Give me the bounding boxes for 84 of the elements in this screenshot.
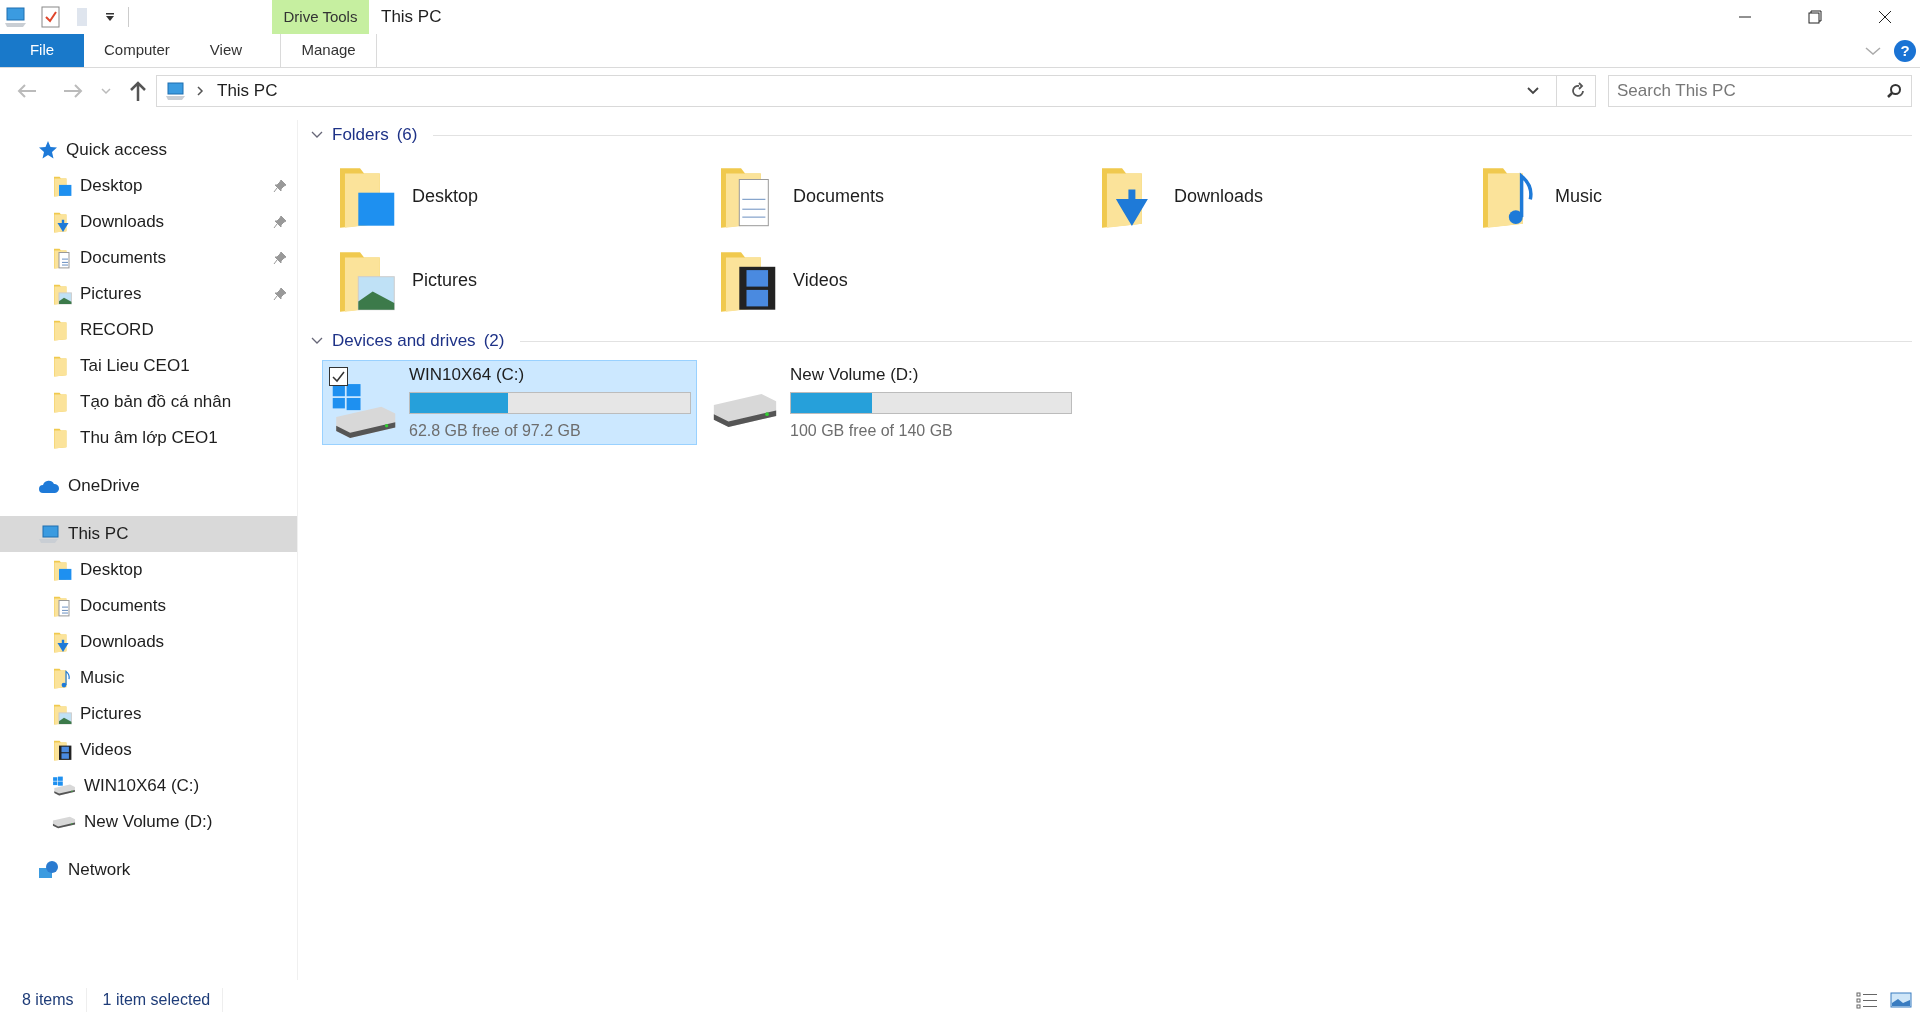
- details-view-icon[interactable]: [1856, 991, 1878, 1009]
- drive-tile[interactable]: New Volume (D:) 100 GB free of 140 GB: [703, 360, 1078, 445]
- drive-icon: [52, 815, 76, 829]
- ribbon-tab[interactable]: Computer: [84, 34, 190, 67]
- pictures-folder-icon: [52, 283, 72, 305]
- music-folder-icon: [52, 667, 72, 689]
- chevron-right-icon[interactable]: [195, 85, 205, 97]
- nav-item[interactable]: Desktop: [0, 168, 297, 204]
- computer-icon[interactable]: [4, 6, 28, 28]
- folder-name[interactable]: Pictures: [412, 266, 478, 294]
- pin-icon[interactable]: [273, 215, 287, 229]
- dropdown-icon[interactable]: [104, 11, 116, 23]
- nav-item[interactable]: Downloads: [0, 204, 297, 240]
- free-space-text: 100 GB free of 140 GB: [790, 421, 954, 442]
- dropdown-icon[interactable]: [1526, 86, 1540, 96]
- ribbon-tab[interactable]: Manage: [280, 34, 378, 67]
- folder-name[interactable]: Downloads: [1174, 182, 1264, 210]
- computer-icon: [165, 81, 187, 101]
- expand-ribbon-icon[interactable]: [1864, 44, 1882, 57]
- nav-item[interactable]: WIN10X64 (C:): [0, 768, 297, 804]
- star-icon: [38, 140, 58, 160]
- nav-item[interactable]: Pictures: [0, 276, 297, 312]
- drive-name: New Volume (D:): [790, 363, 920, 386]
- nav-item[interactable]: Music: [0, 660, 297, 696]
- collapse-chevron-icon[interactable]: [310, 130, 324, 140]
- nav-item[interactable]: Desktop: [0, 552, 297, 588]
- up-arrow-icon[interactable]: [128, 80, 148, 102]
- drive-icon: [712, 392, 778, 429]
- group-count: (6): [396, 124, 418, 147]
- group-header[interactable]: Folders: [332, 122, 389, 148]
- folder-name[interactable]: Desktop: [412, 182, 479, 210]
- refresh-icon[interactable]: [1569, 82, 1587, 100]
- large-icons-view-icon[interactable]: [1890, 991, 1912, 1009]
- nav-item[interactable]: Quick access: [0, 132, 297, 168]
- group-header[interactable]: Devices and drives: [332, 328, 476, 354]
- checkbox-icon[interactable]: [329, 367, 348, 386]
- pin-icon[interactable]: [273, 179, 287, 193]
- pin-icon[interactable]: [273, 251, 287, 265]
- properties-icon[interactable]: [40, 5, 62, 29]
- nav-item[interactable]: Tạo bản đồ cá nhân: [0, 384, 297, 420]
- drive-name: WIN10X64 (C:): [409, 363, 526, 386]
- windows-drive-icon: [52, 776, 76, 796]
- folder-name[interactable]: Documents: [793, 182, 885, 210]
- nav-item[interactable]: RECORD: [0, 312, 297, 348]
- close-icon[interactable]: [1878, 10, 1892, 24]
- nav-item[interactable]: New Volume (D:): [0, 804, 297, 840]
- address-bar[interactable]: This PC: [156, 75, 1596, 107]
- nav-item[interactable]: OneDrive: [0, 468, 297, 504]
- desktop-folder-icon: [52, 559, 72, 581]
- search-field[interactable]: Search This PC: [1608, 75, 1912, 107]
- restore-icon[interactable]: [1808, 10, 1822, 24]
- ribbon-tab[interactable]: File: [0, 34, 84, 67]
- nav-item[interactable]: Downloads: [0, 624, 297, 660]
- nav-item[interactable]: Documents: [0, 240, 297, 276]
- nav-item[interactable]: Network: [0, 852, 297, 888]
- search-icon[interactable]: [1886, 83, 1902, 99]
- drive-tile[interactable]: WIN10X64 (C:) 62.8 GB free of 97.2 GB: [322, 360, 697, 445]
- documents-folder-icon: [52, 595, 72, 617]
- folder-name[interactable]: Music: [1555, 182, 1602, 210]
- help-button[interactable]: ?: [1894, 39, 1916, 62]
- window-title: This PC: [381, 6, 442, 29]
- nav-item[interactable]: This PC: [0, 516, 297, 552]
- address-path[interactable]: This PC: [217, 78, 278, 104]
- nav-item[interactable]: Documents: [0, 588, 297, 624]
- minimize-icon[interactable]: [1737, 16, 1753, 18]
- cloud-icon: [38, 478, 60, 494]
- selection-count: 1 item selected: [102, 988, 224, 1012]
- nav-item[interactable]: Videos: [0, 732, 297, 768]
- nav-item[interactable]: Tai Lieu CEO1: [0, 348, 297, 384]
- nav-item[interactable]: Pictures: [0, 696, 297, 732]
- pin-icon[interactable]: [273, 287, 287, 301]
- documents-folder-icon: [52, 247, 72, 269]
- nav-item[interactable]: Thu âm lớp CEO1: [0, 420, 297, 456]
- computer-icon: [38, 524, 60, 544]
- group-count: (2): [483, 330, 505, 353]
- pictures-folder-icon: [52, 703, 72, 725]
- folder-name[interactable]: Videos: [793, 266, 848, 294]
- free-space-text: 62.8 GB free of 97.2 GB: [409, 421, 582, 442]
- desktop-folder-icon: [52, 175, 72, 197]
- collapse-chevron-icon[interactable]: [310, 336, 324, 346]
- ribbon-tab[interactable]: View: [189, 34, 263, 67]
- context-tab-header: Drive Tools: [272, 0, 369, 34]
- videos-folder-icon: [52, 739, 72, 761]
- item-count: 8 items: [22, 988, 87, 1012]
